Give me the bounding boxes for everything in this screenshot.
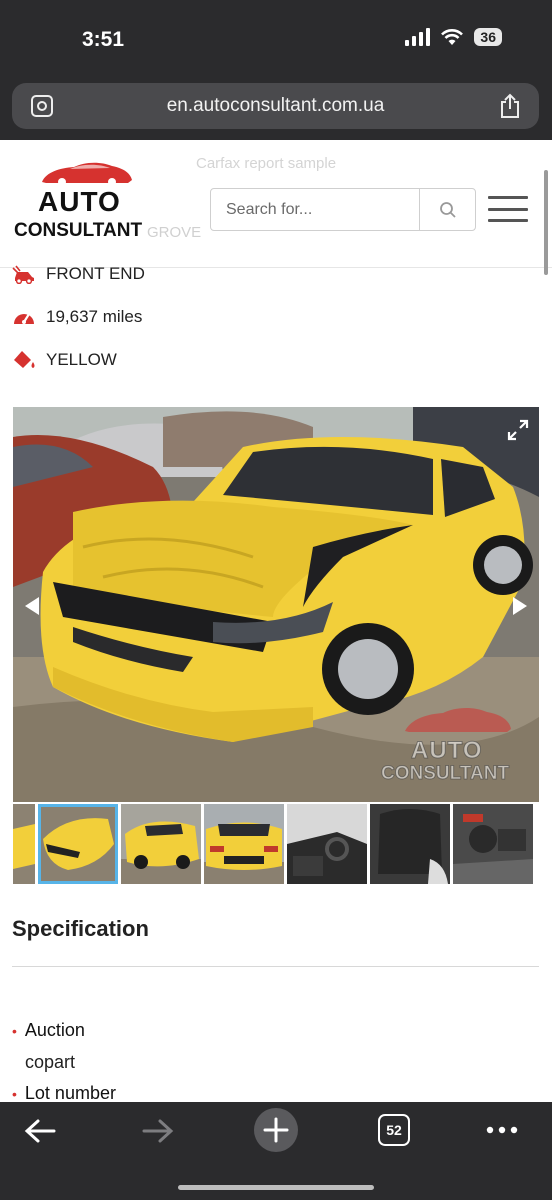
- more-options-icon[interactable]: [486, 1126, 518, 1134]
- share-icon[interactable]: [499, 93, 521, 119]
- thumbnail-1[interactable]: [13, 804, 35, 884]
- damage-detail: FRONT END: [12, 264, 145, 284]
- speedometer-icon: [14, 313, 34, 324]
- damage-text: FRONT END: [46, 264, 145, 283]
- tabs-count-button[interactable]: 52: [378, 1114, 410, 1146]
- background-location-text: GROVE: [147, 224, 202, 241]
- next-photo-icon[interactable]: [511, 595, 529, 617]
- hamburger-menu-icon[interactable]: [488, 196, 528, 222]
- search-input[interactable]: [211, 189, 420, 230]
- logo-text-auto: AUTO: [38, 186, 121, 217]
- mileage-text: 19,637 miles: [46, 307, 143, 326]
- address-bar[interactable]: en.autoconsultant.com.ua: [12, 83, 539, 129]
- spec-item-lot-number: • Lot number: [12, 1083, 116, 1104]
- spec-item-auction: • Auction: [12, 1020, 85, 1041]
- status-time: 3:51: [82, 28, 125, 51]
- back-arrow-icon[interactable]: [24, 1118, 56, 1144]
- section-divider: [12, 966, 539, 967]
- status-icons: 36: [405, 28, 502, 46]
- color-text: YELLOW: [46, 350, 117, 369]
- bullet-icon: •: [12, 1085, 17, 1102]
- spec-label-auction: Auction: [24, 1020, 85, 1040]
- thumbnail-7[interactable]: [453, 804, 533, 884]
- watermark-consultant-text: CONSULTANT: [380, 763, 510, 785]
- spec-label-lot-number: Lot number: [24, 1083, 116, 1103]
- paint-bucket-icon: [14, 351, 35, 368]
- thumbnail-3[interactable]: [121, 804, 201, 884]
- browser-chrome: 3:51 36 en.autoconsultant.com.ua: [0, 0, 552, 140]
- watermark-auto-text: AUTO: [411, 737, 483, 765]
- car-damage-icon: [12, 265, 34, 284]
- cellular-signal-icon: [405, 28, 431, 46]
- new-tab-plus-icon[interactable]: [253, 1107, 299, 1153]
- home-indicator: [178, 1185, 374, 1190]
- wifi-icon: [441, 29, 464, 45]
- logo-text-consultant: CONSULTANT: [14, 220, 143, 241]
- mileage-detail: 19,637 miles: [12, 307, 142, 327]
- site-header: Carfax report sample GROVE AUTO CONSULTA…: [0, 140, 552, 268]
- thumbnail-2[interactable]: [38, 804, 118, 884]
- watermark-car-icon: [405, 707, 511, 732]
- spec-value-auction: copart: [25, 1052, 76, 1072]
- bullet-icon: •: [12, 1022, 17, 1039]
- search-box: [210, 188, 476, 231]
- battery-indicator: 36: [474, 28, 502, 46]
- fullscreen-icon[interactable]: [507, 419, 529, 441]
- search-icon: [439, 201, 456, 218]
- thumbnail-4[interactable]: [204, 804, 284, 884]
- url-text[interactable]: en.autoconsultant.com.ua: [12, 95, 539, 117]
- forward-arrow-icon[interactable]: [142, 1118, 174, 1144]
- background-heading-text: Carfax report sample: [196, 155, 337, 172]
- thumbnail-5[interactable]: [287, 804, 367, 884]
- car-photo-gallery[interactable]: AUTO CONSULTANT: [13, 407, 539, 802]
- site-logo[interactable]: AUTO CONSULTANT: [14, 160, 154, 244]
- photo-watermark: AUTO CONSULTANT: [380, 705, 531, 789]
- photo-thumbnails: [13, 804, 539, 886]
- logo-car-icon: [42, 162, 132, 186]
- specification-heading: Specification: [12, 916, 149, 941]
- search-button[interactable]: [419, 189, 475, 230]
- color-detail: YELLOW: [12, 349, 117, 371]
- previous-photo-icon[interactable]: [23, 595, 41, 617]
- page-scrollbar[interactable]: [544, 170, 548, 275]
- thumbnail-6[interactable]: [370, 804, 450, 884]
